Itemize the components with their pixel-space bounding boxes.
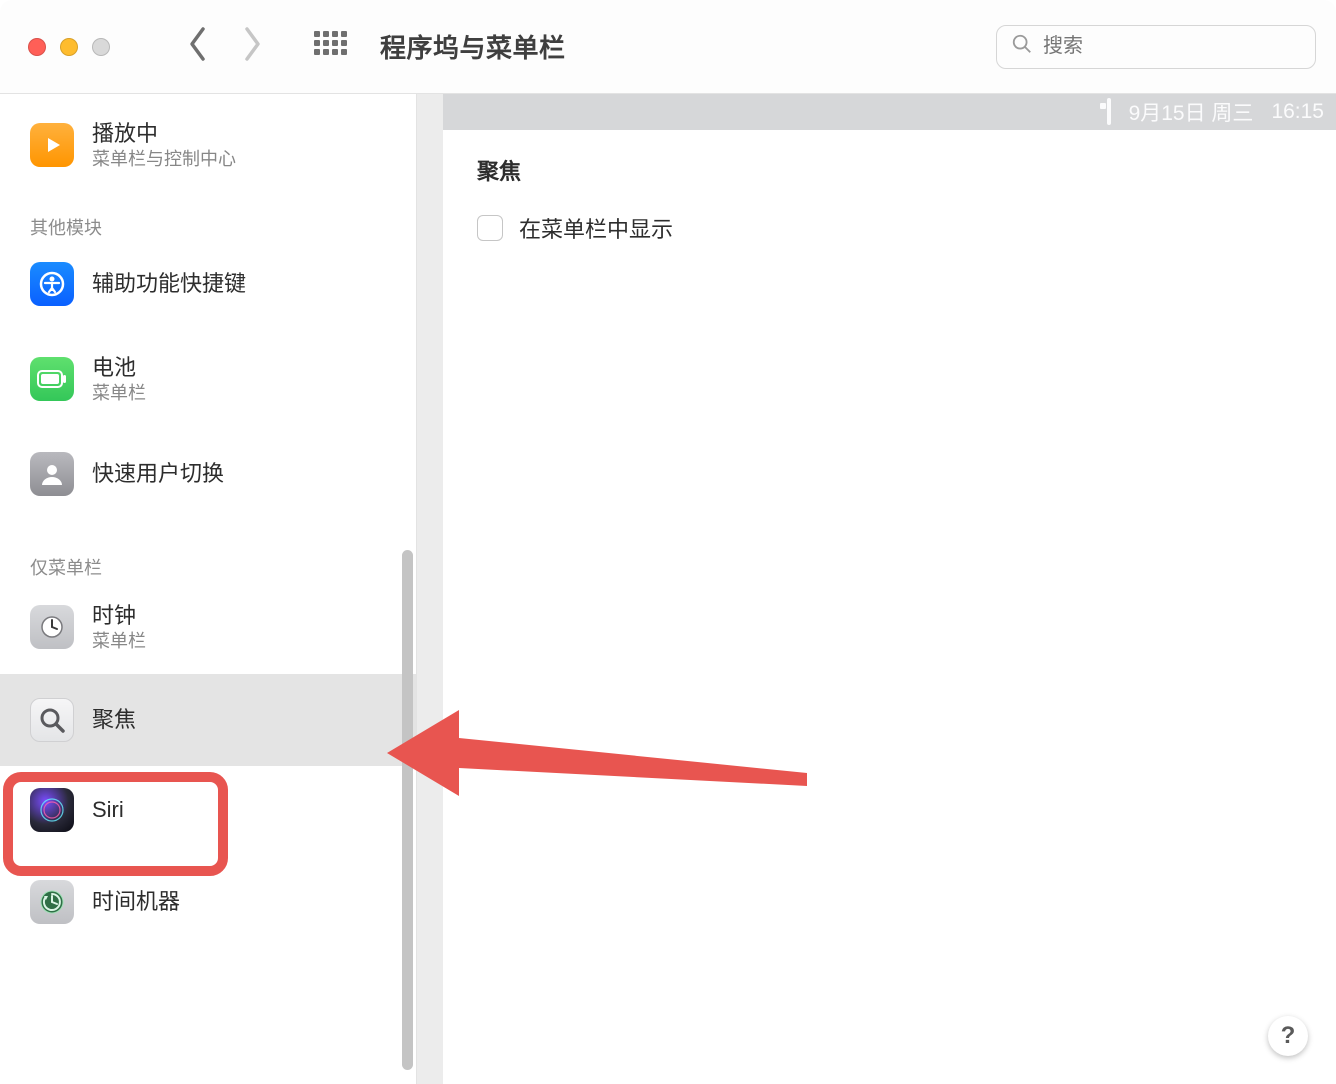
sidebar-item-clock[interactable]: 时钟 菜单栏 xyxy=(0,588,416,666)
sidebar: 播放中 菜单栏与控制中心 其他模块 辅助功能快捷键 xyxy=(0,94,417,1084)
sidebar-item-fast-user-switch[interactable]: 快速用户切换 xyxy=(0,438,416,510)
main-content: 9月15日 周三 16:15 聚焦 在菜单栏中显示 ? xyxy=(417,94,1336,1084)
window-controls xyxy=(28,38,110,56)
search-field[interactable] xyxy=(996,25,1316,69)
sidebar-item-label: 聚焦 xyxy=(92,706,136,734)
show-in-menubar-row: 在菜单栏中显示 xyxy=(477,212,1296,244)
sidebar-item-sub: 菜单栏与控制中心 xyxy=(92,148,236,171)
sidebar-item-label: 辅助功能快捷键 xyxy=(92,270,246,298)
battery-icon xyxy=(30,357,74,401)
close-window-button[interactable] xyxy=(28,38,46,56)
search-icon xyxy=(1011,33,1033,60)
show-all-prefs-button[interactable] xyxy=(314,31,346,63)
sidebar-item-label: Siri xyxy=(92,796,124,824)
sidebar-item-sub: 菜单栏 xyxy=(92,382,146,405)
window: 程序坞与菜单栏 播放中 菜单栏与控制中心 其他 xyxy=(0,0,1336,1084)
toolbar: 程序坞与菜单栏 xyxy=(0,0,1336,94)
sidebar-item-spotlight[interactable]: 聚焦 xyxy=(0,674,416,766)
spotlight-icon xyxy=(30,698,74,742)
time-machine-icon xyxy=(30,880,74,924)
panel-title: 聚焦 xyxy=(477,154,1296,186)
sidebar-item-label: 快速用户切换 xyxy=(92,460,224,488)
accessibility-icon xyxy=(30,262,74,306)
help-button[interactable]: ? xyxy=(1268,1016,1308,1056)
settings-panel: 聚焦 在菜单栏中显示 xyxy=(477,154,1296,244)
search-input[interactable] xyxy=(1043,35,1301,58)
sidebar-item-label: 播放中 xyxy=(92,120,236,148)
nav-buttons xyxy=(186,25,264,68)
body: 播放中 菜单栏与控制中心 其他模块 辅助功能快捷键 xyxy=(0,94,1336,1084)
siri-icon xyxy=(30,788,74,832)
show-in-menubar-label: 在菜单栏中显示 xyxy=(519,212,673,244)
user-icon xyxy=(30,452,74,496)
menubar-date: 9月15日 周三 xyxy=(1129,97,1254,127)
sidebar-item-siri[interactable]: Siri xyxy=(0,774,416,846)
sidebar-item-label: 时钟 xyxy=(92,602,146,630)
main-divider-gutter xyxy=(417,94,443,1084)
menubar-time: 16:15 xyxy=(1271,100,1324,124)
input-source-icon xyxy=(1107,100,1111,124)
forward-button[interactable] xyxy=(240,25,264,68)
menubar-preview: 9月15日 周三 16:15 xyxy=(443,94,1336,130)
sidebar-item-now-playing[interactable]: 播放中 菜单栏与控制中心 xyxy=(0,106,416,184)
sidebar-item-label: 电池 xyxy=(92,354,146,382)
sidebar-item-label: 时间机器 xyxy=(92,888,180,916)
sidebar-section-menubar-only: 仅菜单栏 xyxy=(0,510,416,588)
sidebar-section-other: 其他模块 xyxy=(0,184,416,248)
sidebar-item-time-machine[interactable]: 时间机器 xyxy=(0,866,416,938)
window-title: 程序坞与菜单栏 xyxy=(380,28,566,65)
now-playing-icon xyxy=(30,123,74,167)
clock-icon xyxy=(30,605,74,649)
zoom-window-button[interactable] xyxy=(92,38,110,56)
sidebar-item-sub: 菜单栏 xyxy=(92,630,146,653)
minimize-window-button[interactable] xyxy=(60,38,78,56)
sidebar-item-battery[interactable]: 电池 菜单栏 xyxy=(0,340,416,418)
sidebar-scrollbar[interactable] xyxy=(402,550,413,1070)
back-button[interactable] xyxy=(186,25,210,68)
show-in-menubar-checkbox[interactable] xyxy=(477,215,503,241)
annotation-arrow xyxy=(387,688,827,823)
sidebar-item-accessibility-shortcut[interactable]: 辅助功能快捷键 xyxy=(0,248,416,320)
